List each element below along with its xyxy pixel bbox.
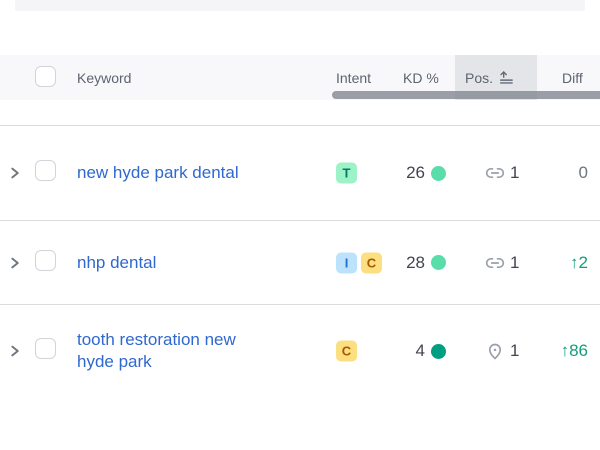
sort-ascending-icon: [499, 70, 514, 85]
pos-cell: 1: [485, 341, 519, 361]
top-edge-bar: [15, 0, 585, 11]
diff-up-arrow: ↑: [570, 253, 579, 272]
keyword-link[interactable]: new hyde park dental: [77, 162, 239, 184]
table-body: new hyde park dental T 26 1 0: [0, 100, 600, 397]
column-header-keyword: Keyword: [77, 70, 131, 86]
intent-badges: C: [336, 341, 357, 362]
intent-badges: I C: [336, 252, 382, 273]
intent-badge-commercial: C: [336, 341, 357, 362]
intent-badge-transactional: T: [336, 163, 357, 184]
diff-cell: 0: [579, 163, 588, 183]
horizontal-scrollbar-thumb[interactable]: [332, 91, 600, 99]
column-header-intent[interactable]: Intent: [336, 70, 371, 86]
pos-value: 1: [510, 341, 519, 361]
row-checkbox[interactable]: [35, 338, 56, 364]
table-body-spacer: [0, 100, 600, 125]
kd-value: 26: [406, 163, 425, 183]
link-icon: [485, 253, 505, 273]
kd-difficulty-dot: [431, 166, 446, 181]
keyword-table-screen: Keyword Intent KD % Pos. Diff: [0, 0, 600, 450]
kd-cell: 26: [406, 163, 446, 183]
kd-difficulty-dot: [431, 255, 446, 270]
link-icon: [485, 163, 505, 183]
pos-value: 1: [510, 163, 519, 183]
checkbox-box[interactable]: [35, 338, 56, 359]
diff-cell: ↑86: [561, 341, 588, 361]
diff-cell: ↑2: [570, 253, 588, 273]
kd-cell: 28: [406, 253, 446, 273]
location-pin-icon: [485, 341, 505, 361]
row-checkbox[interactable]: [35, 250, 56, 276]
pos-cell: 1: [485, 253, 519, 273]
keyword-link[interactable]: tooth restoration new hyde park: [77, 329, 272, 373]
table-row: new hyde park dental T 26 1 0: [0, 125, 600, 220]
keyword-link[interactable]: nhp dental: [77, 251, 156, 273]
diff-up-arrow: ↑: [561, 341, 570, 360]
kd-cell: 4: [416, 341, 446, 361]
intent-badges: T: [336, 163, 357, 184]
pos-value: 1: [510, 253, 519, 273]
pos-cell: 1: [485, 163, 519, 183]
table-row: tooth restoration new hyde park C 4 1 ↑8…: [0, 304, 600, 397]
checkbox-box[interactable]: [35, 160, 56, 181]
kd-value: 4: [416, 341, 425, 361]
kd-value: 28: [406, 253, 425, 273]
checkbox-box[interactable]: [35, 250, 56, 271]
column-header-diff[interactable]: Diff: [562, 70, 583, 86]
expand-chevron-icon[interactable]: [8, 256, 21, 269]
intent-badge-informational: I: [336, 252, 357, 273]
table-row: nhp dental I C 28 1 ↑2: [0, 220, 600, 304]
checkbox-box[interactable]: [35, 66, 56, 87]
expand-chevron-icon[interactable]: [8, 345, 21, 358]
column-header-pos[interactable]: Pos.: [465, 70, 514, 86]
row-checkbox[interactable]: [35, 160, 56, 186]
select-all-checkbox[interactable]: [35, 66, 56, 90]
column-header-pos-label: Pos.: [465, 70, 493, 86]
diff-value: 0: [579, 163, 588, 182]
diff-value: 2: [579, 253, 588, 272]
table-header: Keyword Intent KD % Pos. Diff: [0, 55, 600, 100]
expand-chevron-icon[interactable]: [8, 167, 21, 180]
intent-badge-commercial: C: [361, 252, 382, 273]
kd-difficulty-dot: [431, 344, 446, 359]
diff-value: 86: [569, 341, 588, 360]
column-header-kd[interactable]: KD %: [403, 70, 439, 86]
